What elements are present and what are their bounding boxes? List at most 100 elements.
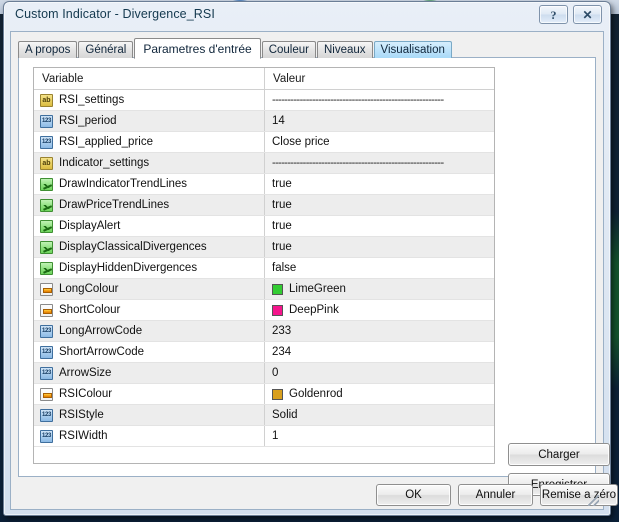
ok-button[interactable]: OK <box>376 484 451 506</box>
load-button[interactable]: Charger <box>508 443 610 466</box>
table-row[interactable]: DisplayClassicalDivergencestrue <box>34 237 494 258</box>
colour-type-icon <box>40 304 53 317</box>
value-text: DeepPink <box>289 304 339 316</box>
value-cell[interactable]: 1 <box>265 426 494 446</box>
value-cell[interactable]: 0 <box>265 363 494 383</box>
tab-page-input-parameters: Variable Valeur ab RSI_settings ----------… <box>18 57 596 477</box>
variable-cell: DrawPriceTrendLines <box>34 195 265 215</box>
value-cell[interactable]: Solid <box>265 405 494 425</box>
value-cell[interactable]: Goldenrod <box>265 384 494 404</box>
table-row[interactable]: DisplayHiddenDivergences false <box>34 258 494 279</box>
table-row[interactable]: DrawPriceTrendLines true <box>34 195 494 216</box>
cancel-button[interactable]: Annuler <box>458 484 533 506</box>
variable-name: LongArrowCode <box>59 325 142 337</box>
table-row[interactable]: ab RSI_settings --------------------------… <box>34 90 494 111</box>
variable-name: RSI_applied_price <box>59 136 153 148</box>
window-title: Custom Indicator - Divergence_RSI <box>15 7 215 21</box>
value-cell[interactable]: true <box>265 237 494 257</box>
variable-cell: DisplayHiddenDivergences <box>34 258 265 278</box>
int-type-icon: 123 <box>40 325 53 338</box>
variable-cell: RSIColour <box>34 384 265 404</box>
grid-header-row: Variable Valeur <box>34 68 494 90</box>
tab-niveaux[interactable]: Niveaux <box>317 41 373 58</box>
value-cell[interactable]: 234 <box>265 342 494 362</box>
tab-couleur[interactable]: Couleur <box>262 41 316 58</box>
variable-name: ShortColour <box>59 304 120 316</box>
int-type-icon: 123 <box>40 115 53 128</box>
table-row[interactable]: ab Indicator_settings --------------------… <box>34 153 494 174</box>
variable-cell: 123ArrowSize <box>34 363 265 383</box>
table-row[interactable]: 123 RSIStyle Solid <box>34 405 494 426</box>
value-cell[interactable]: 233 <box>265 321 494 341</box>
variable-name: RSIStyle <box>59 409 104 421</box>
value-cell[interactable]: 14 <box>265 111 494 131</box>
variable-cell: 123 RSIStyle <box>34 405 265 425</box>
variable-cell: ab RSI_settings <box>34 90 265 110</box>
variable-cell: ab Indicator_settings <box>34 153 265 173</box>
value-cell[interactable]: ----------------------------------------… <box>265 153 494 173</box>
value-text: true <box>272 178 292 190</box>
variable-cell: LongColour <box>34 279 265 299</box>
string-type-icon: ab <box>40 157 53 170</box>
table-row[interactable]: 123RSIWidth1 <box>34 426 494 447</box>
value-cell[interactable]: true <box>265 174 494 194</box>
parameters-grid[interactable]: Variable Valeur ab RSI_settings ----------… <box>33 67 495 464</box>
resize-grip[interactable] <box>588 495 599 506</box>
value-text: false <box>272 262 296 274</box>
value-cell[interactable]: false <box>265 258 494 278</box>
table-row[interactable]: DrawIndicatorTrendLinestrue <box>34 174 494 195</box>
column-header-value: Valeur <box>265 68 494 89</box>
value-text: true <box>272 199 292 211</box>
help-button[interactable]: ? <box>539 5 568 24</box>
bool-type-icon <box>40 199 53 212</box>
colour-type-icon <box>40 388 53 401</box>
value-cell[interactable]: true <box>265 216 494 236</box>
value-cell[interactable]: Close price <box>265 132 494 152</box>
value-cell[interactable]: LimeGreen <box>265 279 494 299</box>
variable-cell: 123RSIWidth <box>34 426 265 446</box>
custom-indicator-dialog: Custom Indicator - Divergence_RSI ? ✕ A … <box>3 1 611 516</box>
int-type-icon: 123 <box>40 409 53 422</box>
table-row[interactable]: RSIColourGoldenrod <box>34 384 494 405</box>
tab-parametres-d-entr-e[interactable]: Parametres d'entrée <box>134 38 260 59</box>
colour-swatch <box>272 305 283 316</box>
value-text: ----------------------------------------… <box>272 94 444 106</box>
variable-name: RSIWidth <box>59 430 108 442</box>
tab-a-propos[interactable]: A propos <box>18 41 77 58</box>
variable-cell: 123 LongArrowCode <box>34 321 265 341</box>
table-row[interactable]: 123ArrowSize 0 <box>34 363 494 384</box>
string-type-icon: ab <box>40 94 53 107</box>
tab-g-n-ral[interactable]: Général <box>78 41 133 58</box>
table-row[interactable]: 123 RSI_applied_price Close price <box>34 132 494 153</box>
reset-button[interactable]: Remise a zéro <box>540 484 618 506</box>
variable-cell: 123ShortArrowCode <box>34 342 265 362</box>
variable-name: Indicator_settings <box>59 157 149 169</box>
table-row[interactable]: LongColourLimeGreen <box>34 279 494 300</box>
value-text: 0 <box>272 367 278 379</box>
table-row[interactable]: 123ShortArrowCode234 <box>34 342 494 363</box>
grid-body: ab RSI_settings --------------------------… <box>34 90 494 447</box>
variable-cell: 123RSI_period <box>34 111 265 131</box>
bool-type-icon <box>40 262 53 275</box>
value-cell[interactable]: ----------------------------------------… <box>265 90 494 110</box>
dialog-client-area: A proposGénéralParametres d'entréeCouleu… <box>10 31 604 510</box>
variable-name: RSI_settings <box>59 94 124 106</box>
value-text: Solid <box>272 409 298 421</box>
table-row[interactable]: DisplayAlerttrue <box>34 216 494 237</box>
bool-type-icon <box>40 220 53 233</box>
value-text: ----------------------------------------… <box>272 157 444 169</box>
title-bar[interactable]: Custom Indicator - Divergence_RSI ? ✕ <box>4 2 610 29</box>
question-mark-icon: ? <box>551 9 557 21</box>
variable-name: ArrowSize <box>59 367 111 379</box>
table-row[interactable]: 123 LongArrowCode 233 <box>34 321 494 342</box>
table-row[interactable]: ShortColour DeepPink <box>34 300 494 321</box>
bool-type-icon <box>40 178 53 191</box>
tab-visualisation[interactable]: Visualisation <box>374 41 452 58</box>
value-cell[interactable]: DeepPink <box>265 300 494 320</box>
close-button[interactable]: ✕ <box>573 5 602 24</box>
int-type-icon: 123 <box>40 136 53 149</box>
variable-cell: 123 RSI_applied_price <box>34 132 265 152</box>
table-row[interactable]: 123RSI_period14 <box>34 111 494 132</box>
variable-cell: DisplayClassicalDivergences <box>34 237 265 257</box>
value-cell[interactable]: true <box>265 195 494 215</box>
